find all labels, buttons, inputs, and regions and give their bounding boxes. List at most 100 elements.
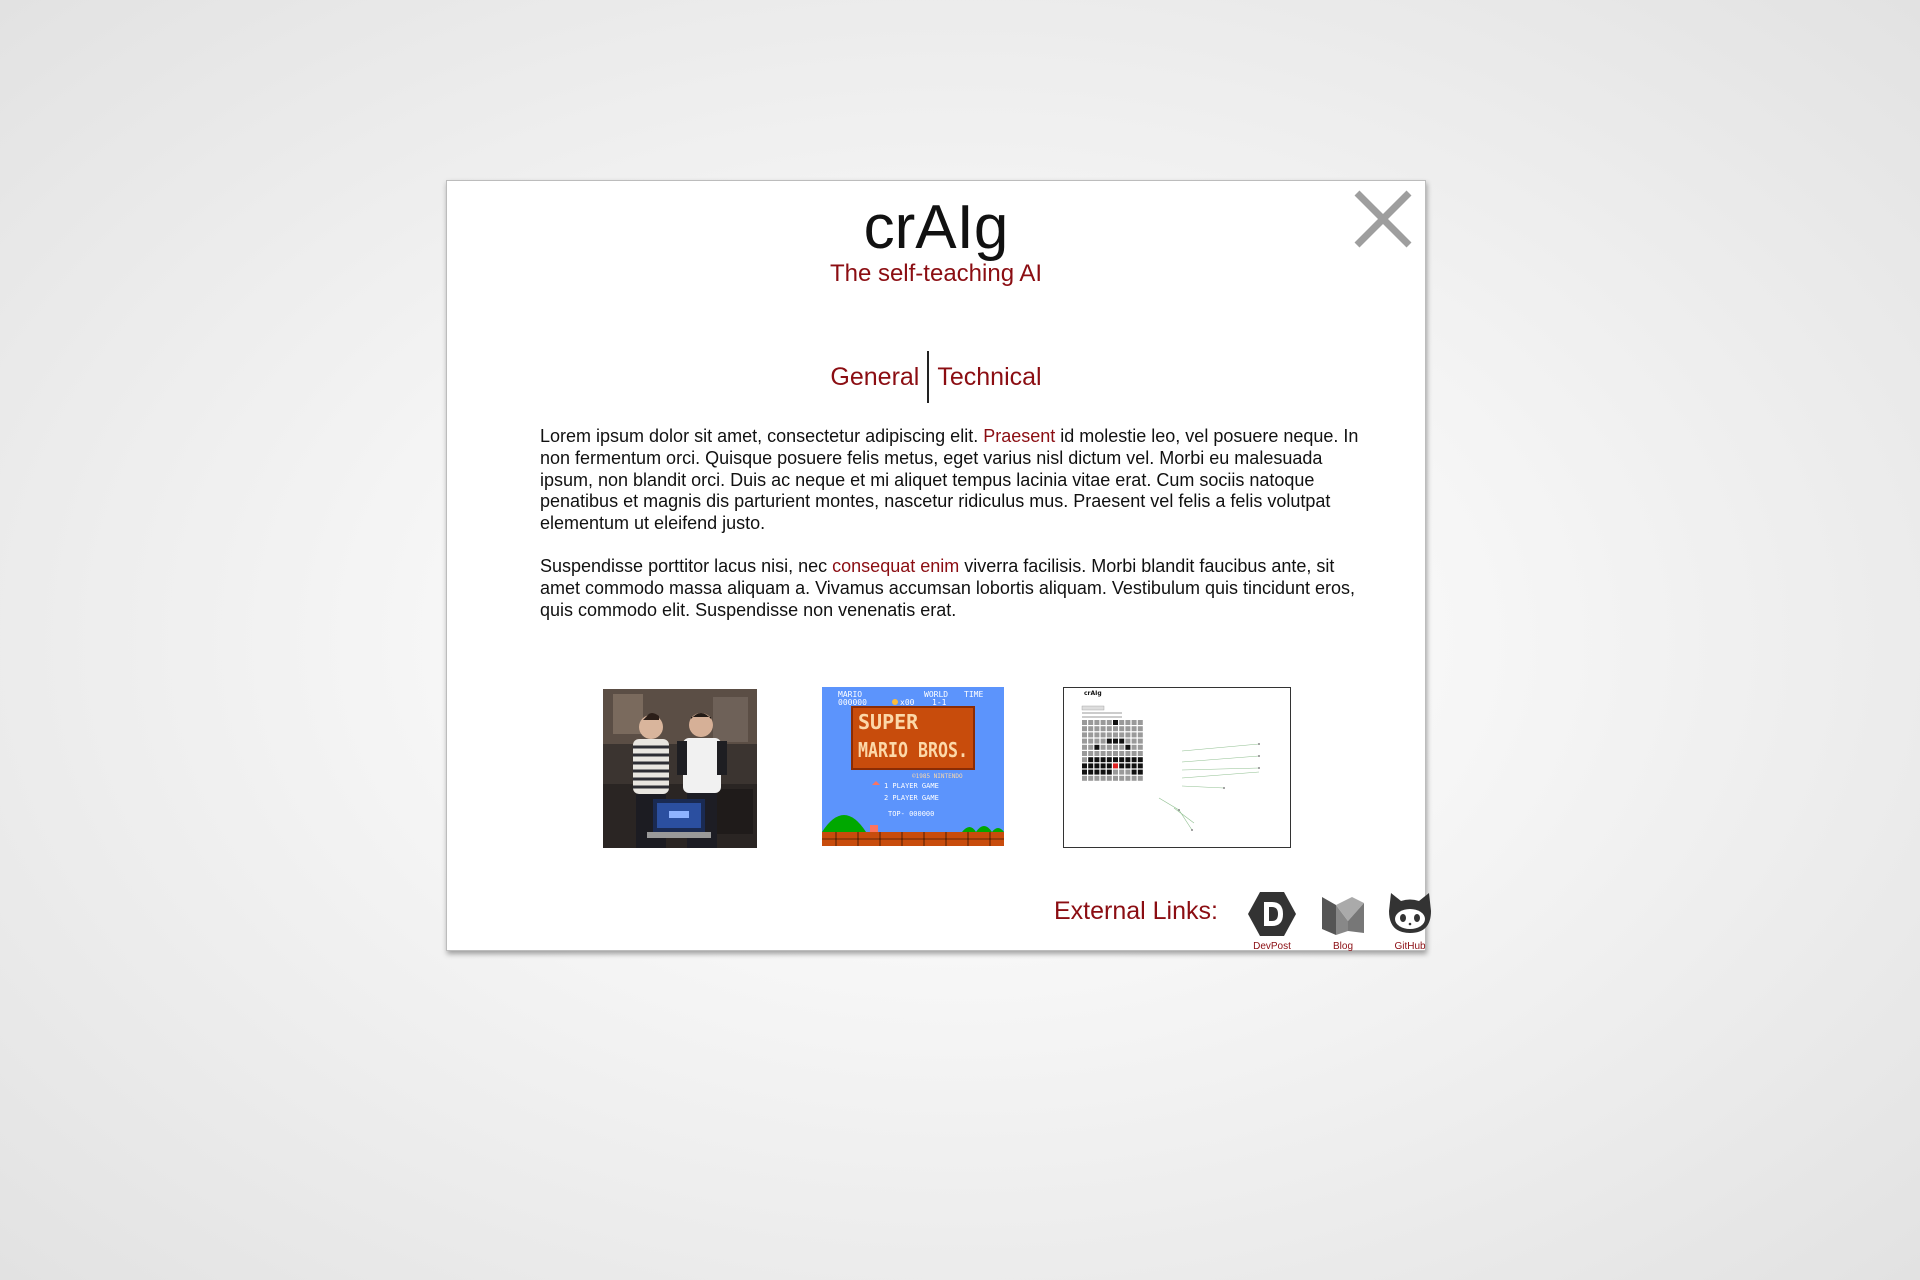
paragraph-1: Lorem ipsum dolor sit amet, consectetur … [540,426,1370,535]
grid-cell [1082,757,1087,763]
grid-cell [1119,757,1125,763]
mario-screenshot-thumbnail[interactable]: MARIO 000000 x00 WORLD 1-1 TIME SUPER MA… [822,687,1004,846]
grid-cell [1088,775,1094,781]
project-title: crAIg [863,193,1009,262]
github-caption: GitHub [1394,941,1426,952]
grid-cell [1082,769,1087,775]
grid-cell [1125,732,1131,738]
team-photo-image [603,689,757,848]
network-diagram-image: crAIg [1064,688,1290,847]
tab-technical[interactable]: Technical [927,362,1051,392]
grid-cell [1125,769,1131,775]
grid-cell [1106,732,1112,738]
grid-cell [1119,763,1125,769]
grid-cell [1100,744,1106,750]
grid-cell [1094,726,1100,732]
grid-cell [1094,738,1100,744]
external-links-label: External Links: [1054,897,1218,925]
grid-cell [1125,775,1131,781]
grid-cell [1082,726,1087,732]
grid-cell [1137,763,1143,769]
devpost-caption: DevPost [1253,941,1291,952]
grid-cell [1119,732,1125,738]
grid-cell [1125,763,1131,769]
grid-cell [1094,744,1100,750]
grid-cell [1100,763,1106,769]
mario-menu-1p: 1 PLAYER GAME [884,782,939,790]
mario-title-bros: MARIO BROS. [858,738,968,762]
grid-cell [1113,720,1118,725]
paragraph-2: Suspendisse porttitor lacus nisi, nec co… [540,556,1370,621]
grid-cell [1119,744,1125,750]
grid-cell [1131,763,1137,769]
grid-cell [1137,720,1143,725]
grid-cell [1088,744,1094,750]
description-tabs: General Technical [447,351,1425,403]
tab-general[interactable]: General [820,362,929,392]
grid-cell [1113,763,1118,769]
grid-cell [1119,726,1125,732]
grid-cell [1088,720,1094,725]
grid-cell [1113,738,1118,744]
description-text: Lorem ipsum dolor sit amet, consectetur … [540,426,1370,642]
grid-cell [1131,726,1137,732]
github-icon [1389,893,1431,933]
grid-cell [1100,757,1106,763]
grid-cell [1137,775,1143,781]
grid-cell [1106,738,1112,744]
grid-cell [1131,732,1137,738]
blog-link[interactable]: Blog [1313,889,1373,953]
grid-cell [1131,744,1137,750]
inline-link-consequat-enim[interactable]: consequat enim [832,556,959,576]
mario-screenshot-image: MARIO 000000 x00 WORLD 1-1 TIME SUPER MA… [822,687,1004,846]
grid-cell [1131,738,1137,744]
grid-cell [1100,738,1106,744]
grid-cell [1131,751,1137,756]
grid-cell [1082,763,1087,769]
grid-cell [1100,769,1106,775]
grid-cell [1100,732,1106,738]
devpost-link[interactable]: DevPost [1242,889,1302,953]
grid-cell [1119,775,1125,781]
grid-cell [1106,757,1112,763]
grid-cell [1137,732,1143,738]
github-link[interactable]: GitHub [1380,889,1440,953]
grid-cell [1113,726,1118,732]
grid-cell [1113,732,1118,738]
grid-cell [1137,769,1143,775]
mario-hud-score: 000000 [838,698,867,707]
grid-cell [1137,751,1143,756]
grid-cell [1088,769,1094,775]
mario-top-score: TOP- 000000 [888,810,934,818]
grid-cell [1113,744,1118,750]
grid-cell [1137,738,1143,744]
grid-cell [1100,720,1106,725]
mario-title-super: SUPER [858,710,919,734]
mario-menu-2p: 2 PLAYER GAME [884,794,939,802]
grid-cell [1131,775,1137,781]
team-photo-thumbnail[interactable] [603,689,757,848]
grid-cell [1100,775,1106,781]
grid-cell [1106,744,1112,750]
grid-cell [1113,751,1118,756]
grid-cell [1125,744,1131,750]
inline-link-praesent[interactable]: Praesent [983,426,1055,446]
grid-cell [1125,738,1131,744]
network-diagram-thumbnail[interactable]: crAIg [1063,687,1291,848]
grid-cell [1137,726,1143,732]
grid-cell [1094,751,1100,756]
grid-cell [1094,775,1100,781]
mario-copyright: ©1985 NINTENDO [912,773,963,780]
grid-cell [1106,769,1112,775]
grid-cell [1100,726,1106,732]
grid-cell [1119,720,1125,725]
grid-cell [1106,720,1112,725]
grid-cell [1100,751,1106,756]
paragraph-2-text-start: Suspendisse porttitor lacus nisi, nec [540,555,833,576]
grid-cell [1125,757,1131,763]
grid-cell [1125,726,1131,732]
grid-cell [1113,775,1118,781]
grid-cell [1094,769,1100,775]
grid-cell [1088,732,1094,738]
grid-cell [1113,757,1118,763]
